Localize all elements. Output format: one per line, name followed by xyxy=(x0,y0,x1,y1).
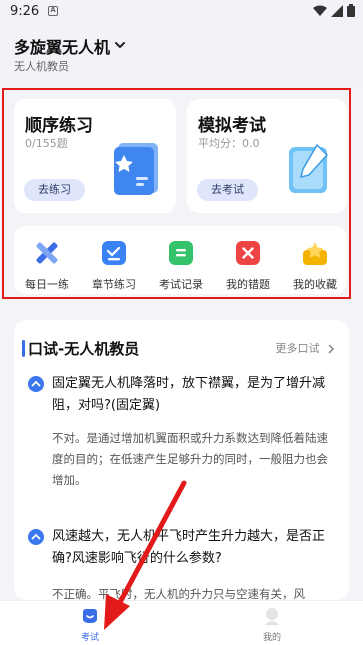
more-oral-label: 更多口试 xyxy=(275,342,320,355)
page-title[interactable]: 多旋翼无人机 xyxy=(14,34,110,58)
quick-label: 章节练习 xyxy=(92,278,136,291)
quick-label: 我的错题 xyxy=(226,278,270,291)
quick-label: 我的收藏 xyxy=(293,278,337,291)
section-accent-bar xyxy=(22,340,25,357)
book-icon xyxy=(114,143,158,195)
tab-label: 考试 xyxy=(80,633,99,643)
quick-actions: 每日一练 章节练习 考试记录 我的错题 我的收藏 xyxy=(14,226,347,294)
chevron-down-icon[interactable] xyxy=(113,38,127,52)
page-subtitle: 无人机教员 xyxy=(14,60,69,73)
quick-label: 考试记录 xyxy=(159,278,203,291)
user-icon xyxy=(265,608,279,625)
question-text[interactable]: 固定翼无人机降落时，放下襟翼，是为了增升减阻，对吗?(固定翼) xyxy=(52,373,337,417)
app-header: 多旋翼无人机 无人机教员 xyxy=(0,26,363,82)
card-title: 模拟考试 xyxy=(198,116,266,136)
average-score: 平均分：0.0 xyxy=(198,137,260,150)
go-exam-button[interactable]: 去考试 xyxy=(197,179,258,201)
pencil-ruler-icon xyxy=(36,242,58,264)
wifi-icon xyxy=(313,5,327,16)
more-oral-link[interactable]: 更多口试 xyxy=(276,340,336,356)
star-box-icon xyxy=(303,242,327,265)
status-bar: 9:26 A xyxy=(0,0,363,26)
wrong-questions-item[interactable]: 我的错题 xyxy=(215,226,281,294)
status-icons xyxy=(313,4,355,17)
chevron-right-icon xyxy=(328,344,335,354)
exam-tab-icon xyxy=(83,609,97,623)
record-icon xyxy=(169,241,193,265)
exam-record-item[interactable]: 考试记录 xyxy=(148,226,214,294)
favorites-item[interactable]: 我的收藏 xyxy=(282,226,348,294)
notification-icon: A xyxy=(48,6,58,16)
question-badge-icon xyxy=(28,376,44,392)
card-title: 顺序练习 xyxy=(25,116,93,136)
daily-practice-item[interactable]: 每日一练 xyxy=(14,226,80,294)
signal-icon xyxy=(331,4,343,17)
question-text[interactable]: 风速越大，无人机平飞时产生升力越大，是否正确?风速影响飞行的什么参数? xyxy=(52,526,337,570)
card-progress: 0/155题 xyxy=(25,137,68,150)
quick-label: 每日一练 xyxy=(25,278,69,291)
mock-exam-card[interactable]: 模拟考试 平均分：0.0 去考试 xyxy=(187,99,347,213)
section-title: 口试-无人机教员 xyxy=(28,340,140,358)
wrong-icon xyxy=(236,241,260,265)
answer-text: 不正确。平飞时，无人机的升力只与空速有关，风 xyxy=(52,587,305,600)
oral-exam-section: 口试-无人机教员 更多口试 固定翼无人机降落时，放下襟翼，是为了增升减阻，对吗?… xyxy=(14,320,349,600)
answer-text: 不对。是通过增加机翼面积或升力系数达到降低着陆速度的目的；在低速产生足够升力的同… xyxy=(52,431,328,487)
checklist-icon xyxy=(102,241,126,265)
tab-exam[interactable]: 考试 xyxy=(50,601,130,645)
bottom-tab-bar: 考试 我的 xyxy=(0,600,363,645)
question-badge-icon xyxy=(28,529,44,545)
chapter-practice-item[interactable]: 章节练习 xyxy=(81,226,147,294)
status-time: 9:26 xyxy=(10,4,40,19)
sequential-practice-card[interactable]: 顺序练习 0/155题 去练习 xyxy=(14,99,176,213)
tab-label: 我的 xyxy=(262,633,281,643)
battery-icon xyxy=(347,4,355,17)
tab-mine[interactable]: 我的 xyxy=(232,601,312,645)
notebook-pencil-icon xyxy=(289,143,329,193)
go-practice-button[interactable]: 去练习 xyxy=(24,179,85,201)
